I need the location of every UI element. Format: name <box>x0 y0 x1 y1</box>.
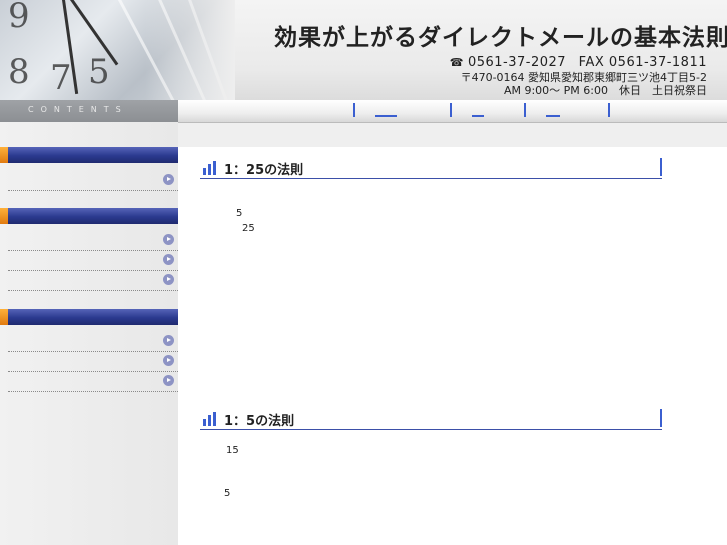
arrow-circle-icon <box>163 174 174 185</box>
nav-link-2[interactable] <box>472 115 484 117</box>
section-heading: 1：5の法則 <box>200 409 662 430</box>
nav-link-1[interactable] <box>375 115 397 117</box>
tel-fax-line: ☎ 0561-37-2027 FAX 0561-37-1811 <box>450 56 707 69</box>
contents-label: CONTENTS <box>28 105 128 114</box>
nav-separator <box>524 103 526 117</box>
body-text: 25 <box>242 223 255 234</box>
nav-separator <box>608 103 610 117</box>
main-content <box>178 123 727 545</box>
contact-info: ☎ 0561-37-2027 FAX 0561-37-1811 〒470-0164… <box>450 56 707 97</box>
body-text: 5 <box>236 208 243 219</box>
site-title: 効果が上がるダイレクトメールの基本法則 <box>274 25 727 51</box>
arrow-circle-icon <box>163 335 174 346</box>
main-top-band <box>178 123 727 147</box>
sidebar-item[interactable] <box>8 250 178 271</box>
phone-icon: ☎ <box>449 56 464 69</box>
arrow-circle-icon <box>163 274 174 285</box>
bar-chart-icon <box>203 412 217 426</box>
contents-bar: CONTENTS <box>0 100 178 122</box>
sidebar-group-header <box>0 309 178 325</box>
section-title: 1：25の法則 <box>224 163 304 178</box>
arrow-circle-icon <box>163 234 174 245</box>
fax-label: FAX <box>578 55 605 70</box>
fax-number: 0561-37-1811 <box>608 55 707 70</box>
body-text: 5 <box>224 488 231 499</box>
sidebar-item[interactable] <box>8 230 178 251</box>
section-heading: 1：25の法則 <box>200 158 662 179</box>
header-photo: 9 8 7 5 <box>0 0 235 100</box>
sidebar-group-header <box>0 208 178 224</box>
sidebar <box>0 122 178 545</box>
arrow-circle-icon <box>163 375 174 386</box>
nav-separator <box>353 103 355 117</box>
sidebar-item[interactable] <box>8 270 178 291</box>
sidebar-group-header <box>0 147 178 163</box>
sidebar-item[interactable] <box>8 371 178 392</box>
bar-chart-icon <box>203 161 217 175</box>
top-nav <box>178 100 727 123</box>
nav-link-3[interactable] <box>546 115 560 117</box>
arrow-circle-icon <box>163 355 174 366</box>
sidebar-item[interactable] <box>8 170 178 191</box>
section-title: 1：5の法則 <box>224 414 295 429</box>
sidebar-item[interactable] <box>8 331 178 352</box>
body-text: 15 <box>226 445 239 456</box>
sidebar-item[interactable] <box>8 351 178 372</box>
nav-separator <box>450 103 452 117</box>
heading-end-bar <box>660 409 662 427</box>
tel-number: 0561-37-2027 <box>467 55 567 70</box>
business-hours: AM 9:00～ PM 6:00 休日 土日祝祭日 <box>503 84 707 97</box>
heading-end-bar <box>660 158 662 176</box>
arrow-circle-icon <box>163 254 174 265</box>
address: 〒470-0164 愛知県愛知郡東郷町三ツ池4丁目5-2 <box>460 71 707 84</box>
header: 9 8 7 5 効果が上がるダイレクトメールの基本法則 ☎ 0561-37-202… <box>0 0 727 100</box>
